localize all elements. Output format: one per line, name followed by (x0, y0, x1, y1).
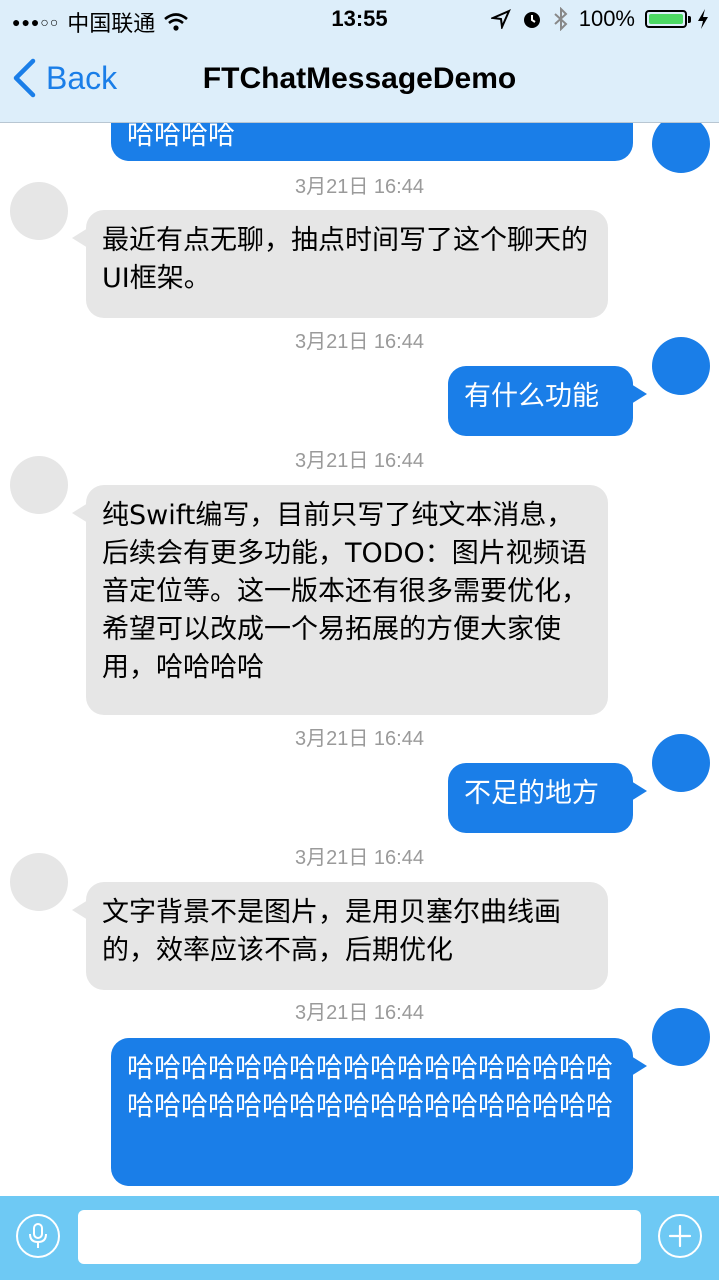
message-bubble[interactable]: 哈哈哈哈哈哈哈哈哈哈哈哈哈哈哈哈哈哈哈哈哈哈哈哈哈哈哈哈哈哈哈哈哈哈哈哈 (111, 1038, 647, 1186)
message-bubble[interactable]: 哈哈哈哈 (111, 123, 633, 161)
message-bubble[interactable]: 最近有点无聊，抽点时间写了这个聊天的UI框架。 (72, 210, 608, 318)
alarm-clock-icon (523, 12, 540, 28)
location-arrow-icon (490, 9, 511, 29)
page-title: FTChatMessageDemo (202, 62, 517, 95)
status-right: 100% (490, 6, 709, 32)
message-timestamp: 3月21日 16:44 (295, 176, 424, 198)
battery-icon (645, 10, 691, 28)
input-bar (0, 1196, 719, 1280)
plus-icon (668, 1224, 692, 1248)
message-bubble[interactable]: 文字背景不是图片，是用贝塞尔曲线画的，效率应该不高，后期优化 (72, 882, 608, 990)
battery-percent: 100% (578, 6, 635, 31)
message-timestamp: 3月21日 16:44 (295, 728, 424, 750)
charging-bolt-icon (698, 9, 708, 29)
navigation-bar: Back FTChatMessageDemo (0, 40, 719, 123)
chat-scroll-area[interactable]: 哈哈哈哈 3月21日 16:44 最近有点无聊，抽点时间写了这个聊天的UI框架。… (0, 123, 719, 1196)
avatar[interactable] (652, 1008, 710, 1066)
battery-fill (649, 14, 683, 24)
add-button[interactable] (658, 1214, 702, 1258)
message-input[interactable] (78, 1210, 641, 1264)
message-timestamp: 3月21日 16:44 (295, 847, 424, 869)
avatar[interactable] (10, 853, 68, 911)
microphone-icon (29, 1223, 47, 1248)
bluetooth-icon (554, 7, 568, 31)
message-timestamp: 3月21日 16:44 (295, 450, 424, 472)
avatar[interactable] (10, 456, 68, 514)
status-bar: ●●●○○ 中国联通 13:55 100% (0, 0, 719, 40)
message-bubble[interactable]: 纯Swift编写，目前只写了纯文本消息，后续会有更多功能，TODO：图片视频语音… (72, 485, 608, 715)
message-bubble[interactable]: 有什么功能 (448, 366, 647, 436)
avatar[interactable] (652, 734, 710, 792)
message-timestamp: 3月21日 16:44 (295, 1002, 424, 1024)
message-timestamp: 3月21日 16:44 (295, 331, 424, 353)
avatar[interactable] (652, 337, 710, 395)
voice-button[interactable] (16, 1214, 60, 1258)
message-bubble[interactable]: 不足的地方 (448, 763, 647, 833)
avatar[interactable] (10, 182, 68, 240)
avatar[interactable] (652, 123, 710, 173)
